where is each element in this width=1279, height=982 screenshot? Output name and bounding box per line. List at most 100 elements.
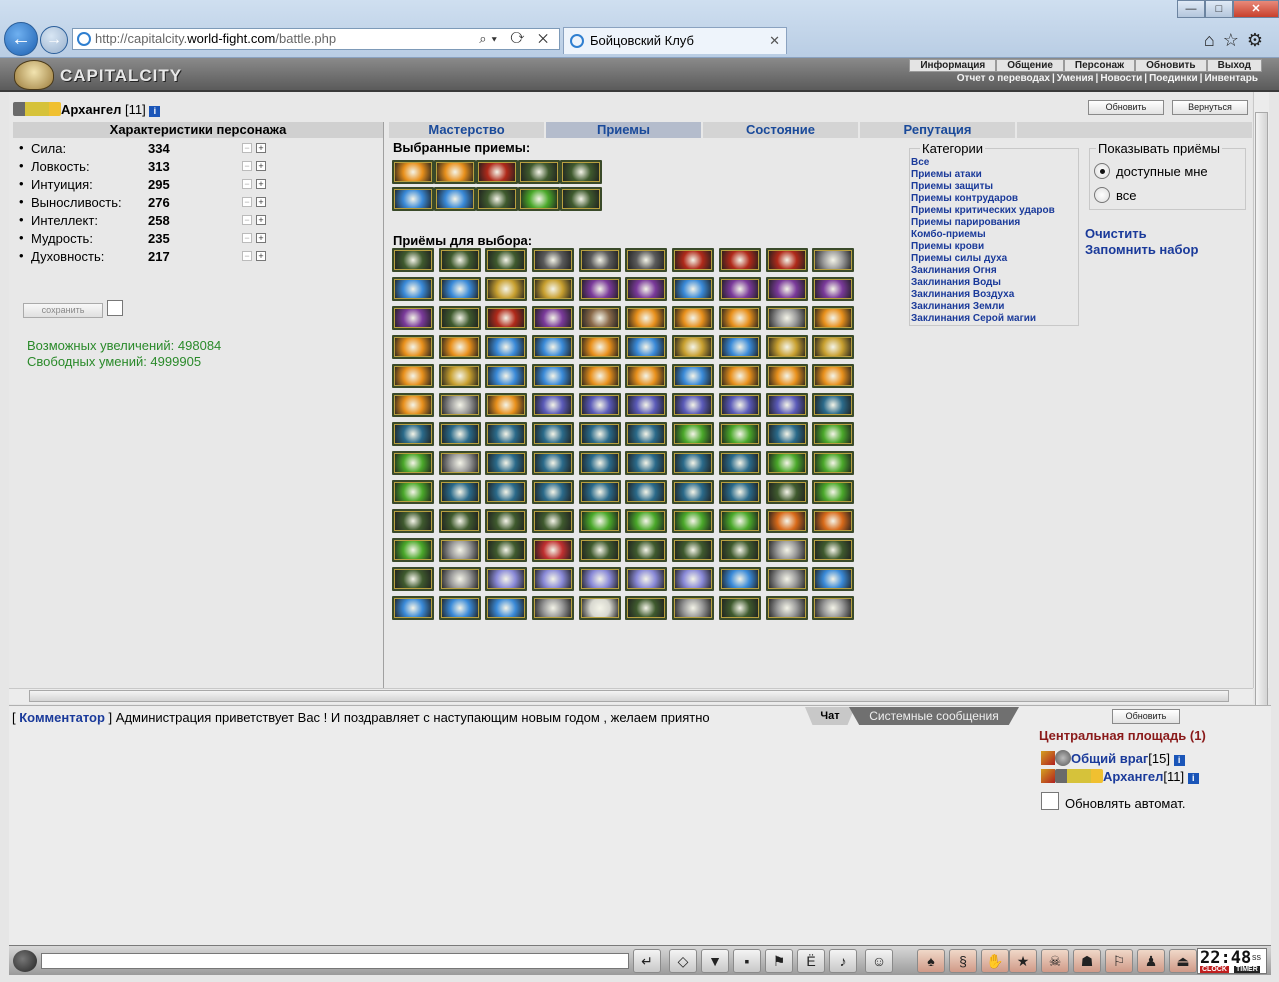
skill-grey-icon[interactable] [812,248,855,272]
skill-brown-icon[interactable] [578,306,621,330]
category-link[interactable]: Приемы парирования [911,217,1055,229]
skill-fire-icon[interactable] [392,160,434,184]
skill-ice-icon[interactable] [392,187,434,211]
submenu-transfers[interactable]: Отчет о переводах [955,73,1052,84]
refresh-button[interactable]: Обновить [1088,100,1164,115]
skill-green-icon[interactable] [812,451,855,475]
skill-ice-icon[interactable] [532,335,575,359]
skill-green-dark-icon[interactable] [560,187,602,211]
scrollbar-thumb[interactable] [1255,112,1268,714]
scrollbar-thumb[interactable] [29,690,1229,702]
skill-violet-icon[interactable] [578,393,621,417]
increase-stat-button[interactable]: + [256,161,266,171]
skill-green-dark-icon[interactable] [560,160,602,184]
skill-green-icon[interactable] [392,480,434,504]
skill-lavender-icon[interactable] [578,567,621,591]
skill-ice-icon[interactable] [392,596,434,620]
radio-available-row[interactable]: доступные мне [1094,163,1208,179]
tab-reputation[interactable]: Репутация [860,122,1017,138]
timer-label[interactable]: TIMER [1234,966,1260,973]
skill-green-icon[interactable] [812,480,855,504]
skill-ice-icon[interactable] [485,335,528,359]
skill-fire-icon[interactable] [625,364,668,388]
skill-grey-icon[interactable] [765,567,808,591]
skill-teal-icon[interactable] [532,480,575,504]
skill-teal-icon[interactable] [718,451,761,475]
chat-author[interactable]: Комментатор [19,710,105,725]
browser-tab[interactable]: Бойцовский Клуб ✕ [563,27,787,54]
skill-grey-icon[interactable] [765,538,808,562]
skill-grey-icon[interactable] [765,596,808,620]
category-link[interactable]: Приемы контрударов [911,193,1055,205]
skill-teal-icon[interactable] [625,480,668,504]
forward-button[interactable]: → [40,26,68,54]
skill-lavender-icon[interactable] [625,567,668,591]
skill-teal-icon[interactable] [532,422,575,446]
skill-teal-icon[interactable] [812,393,855,417]
menu-social[interactable]: Общение [996,59,1064,72]
walk-icon[interactable]: ⚑ [765,949,793,973]
home-icon[interactable]: ⌂ [1204,30,1223,50]
skill-ice-icon[interactable] [625,335,668,359]
hand-icon[interactable]: ✋ [981,949,1009,973]
skill-green-dark-icon[interactable] [438,306,481,330]
skill-lavender-icon[interactable] [485,567,528,591]
tab-mastery[interactable]: Мастерство [389,122,546,138]
skill-purple-icon[interactable] [532,306,575,330]
skill-teal-icon[interactable] [438,480,481,504]
skill-grey-dark-icon[interactable] [532,248,575,272]
skill-fire-icon[interactable] [485,393,528,417]
menu-info[interactable]: Информация [909,59,997,72]
skill-grey-icon[interactable] [438,393,481,417]
user-name[interactable]: Общий враг [1071,751,1148,766]
skill-teal-icon[interactable] [392,422,434,446]
info-icon[interactable]: i [1173,755,1185,766]
skill-green-icon[interactable] [392,538,434,562]
character-name[interactable]: Архангел [61,102,121,117]
skill-teal-icon[interactable] [578,422,621,446]
increase-stat-button[interactable]: + [256,197,266,207]
skill-green-dark-icon[interactable] [765,480,808,504]
filter-icon[interactable]: ▼ [701,949,729,973]
skill-teal-icon[interactable] [532,451,575,475]
skill-red-icon[interactable] [718,248,761,272]
skill-green-dark-icon[interactable] [438,248,481,272]
skill-ice-icon[interactable] [438,596,481,620]
menu-character[interactable]: Персонаж [1063,59,1136,72]
auto-refresh-checkbox[interactable] [1041,792,1059,810]
category-link[interactable]: Заклинания Воды [911,277,1055,289]
bag-icon[interactable]: ♠ [917,949,945,973]
category-link[interactable]: Заклинания Серой магии [911,313,1055,325]
skill-red-icon[interactable] [765,248,808,272]
back-game-button[interactable]: Вернуться [1172,100,1248,115]
attack-icon[interactable] [1041,769,1055,783]
decrease-stat-button[interactable]: − [242,251,252,261]
skill-gold-icon[interactable] [485,277,528,301]
skill-green-dark-icon[interactable] [438,509,481,533]
skill-ice-icon[interactable] [485,364,528,388]
skill-purple-icon[interactable] [578,277,621,301]
skill-grey-icon[interactable] [672,596,715,620]
skill-teal-icon[interactable] [485,451,528,475]
skill-purple-icon[interactable] [392,306,434,330]
favorites-icon[interactable]: ☆ [1223,30,1247,50]
category-link[interactable]: Приемы критических ударов [911,205,1055,217]
decrease-stat-button[interactable]: − [242,215,252,225]
category-link[interactable]: Приемы силы духа [911,253,1055,265]
skill-grey-icon[interactable] [765,306,808,330]
skill-grey-icon[interactable] [812,596,855,620]
skill-violet-icon[interactable] [765,393,808,417]
radio-available[interactable] [1094,163,1110,179]
skill-green-dark-icon[interactable] [392,509,434,533]
send-icon[interactable]: ↵ [633,949,661,973]
skill-red-icon[interactable] [485,306,528,330]
clear-link[interactable]: Очистить [1085,226,1147,241]
skill-fire-icon[interactable] [434,160,476,184]
skill-green-icon[interactable] [392,451,434,475]
scroll-icon[interactable]: § [949,949,977,973]
category-link[interactable]: Приемы атаки [911,169,1055,181]
smiley-icon[interactable]: ☺ [865,949,893,973]
skill-lavender-icon[interactable] [672,567,715,591]
skill-teal-icon[interactable] [672,451,715,475]
skill-green-icon[interactable] [625,509,668,533]
